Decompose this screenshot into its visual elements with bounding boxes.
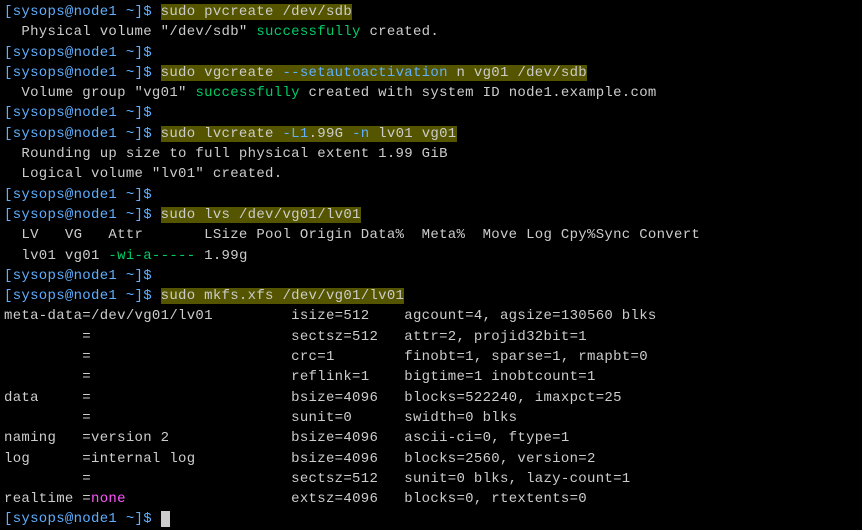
command-vgcreate: sudo vgcreate --setautoactivation n vg01… <box>161 65 587 81</box>
shell-prompt: [sysops@node1 ~]$ <box>4 45 161 61</box>
prompt-line-current[interactable]: [sysops@node1 ~]$ <box>4 509 858 529</box>
command-mkfs: sudo mkfs.xfs /dev/vg01/lv01 <box>161 288 405 304</box>
output-mkfs-data-1: data = bsize=4096 blocks=522240, imaxpct… <box>4 388 858 408</box>
prompt-line-empty-4[interactable]: [sysops@node1 ~]$ <box>4 266 858 286</box>
output-mkfs-meta-2: = sectsz=512 attr=2, projid32bit=1 <box>4 327 858 347</box>
prompt-line-empty-3[interactable]: [sysops@node1 ~]$ <box>4 185 858 205</box>
output-mkfs-naming: naming =version 2 bsize=4096 ascii-ci=0,… <box>4 428 858 448</box>
shell-prompt: [sysops@node1 ~]$ <box>4 65 161 81</box>
shell-prompt: [sysops@node1 ~]$ <box>4 288 161 304</box>
output-vgcreate: Volume group "vg01" successfully created… <box>4 83 858 103</box>
prompt-line-4[interactable]: [sysops@node1 ~]$ sudo lvs /dev/vg01/lv0… <box>4 205 858 225</box>
output-lvcreate-2: Logical volume "lv01" created. <box>4 164 858 184</box>
shell-prompt: [sysops@node1 ~]$ <box>4 268 161 284</box>
output-mkfs-meta-4: = reflink=1 bigtime=1 inobtcount=1 <box>4 367 858 387</box>
output-mkfs-log-1: log =internal log bsize=4096 blocks=2560… <box>4 449 858 469</box>
output-lvs-header: LV VG Attr LSize Pool Origin Data% Meta%… <box>4 225 858 245</box>
shell-prompt: [sysops@node1 ~]$ <box>4 4 161 20</box>
prompt-line-3[interactable]: [sysops@node1 ~]$ sudo lvcreate -L1.99G … <box>4 124 858 144</box>
prompt-line-empty-1[interactable]: [sysops@node1 ~]$ <box>4 43 858 63</box>
output-mkfs-log-2: = sectsz=512 sunit=0 blks, lazy-count=1 <box>4 469 858 489</box>
output-mkfs-meta-3: = crc=1 finobt=1, sparse=1, rmapbt=0 <box>4 347 858 367</box>
terminal-output: [sysops@node1 ~]$ sudo pvcreate /dev/sdb… <box>4 2 858 530</box>
shell-prompt: [sysops@node1 ~]$ <box>4 105 161 121</box>
prompt-line-2[interactable]: [sysops@node1 ~]$ sudo vgcreate --setaut… <box>4 63 858 83</box>
output-mkfs-data-2: = sunit=0 swidth=0 blks <box>4 408 858 428</box>
command-lvcreate: sudo lvcreate -L1.99G -n lv01 vg01 <box>161 126 457 142</box>
command-lvs: sudo lvs /dev/vg01/lv01 <box>161 207 361 223</box>
shell-prompt: [sysops@node1 ~]$ <box>4 207 161 223</box>
shell-prompt: [sysops@node1 ~]$ <box>4 126 161 142</box>
command-pvcreate: sudo pvcreate /dev/sdb <box>161 4 352 20</box>
prompt-line-5[interactable]: [sysops@node1 ~]$ sudo mkfs.xfs /dev/vg0… <box>4 286 858 306</box>
output-lvs-row: lv01 vg01 -wi-a----- 1.99g <box>4 246 858 266</box>
output-pvcreate: Physical volume "/dev/sdb" successfully … <box>4 22 858 42</box>
output-lvcreate-1: Rounding up size to full physical extent… <box>4 144 858 164</box>
prompt-line-empty-2[interactable]: [sysops@node1 ~]$ <box>4 103 858 123</box>
prompt-line-1[interactable]: [sysops@node1 ~]$ sudo pvcreate /dev/sdb <box>4 2 858 22</box>
output-mkfs-meta-1: meta-data=/dev/vg01/lv01 isize=512 agcou… <box>4 306 858 326</box>
output-mkfs-realtime: realtime =none extsz=4096 blocks=0, rtex… <box>4 489 858 509</box>
shell-prompt: [sysops@node1 ~]$ <box>4 187 161 203</box>
cursor-icon <box>161 511 170 527</box>
shell-prompt: [sysops@node1 ~]$ <box>4 511 161 527</box>
